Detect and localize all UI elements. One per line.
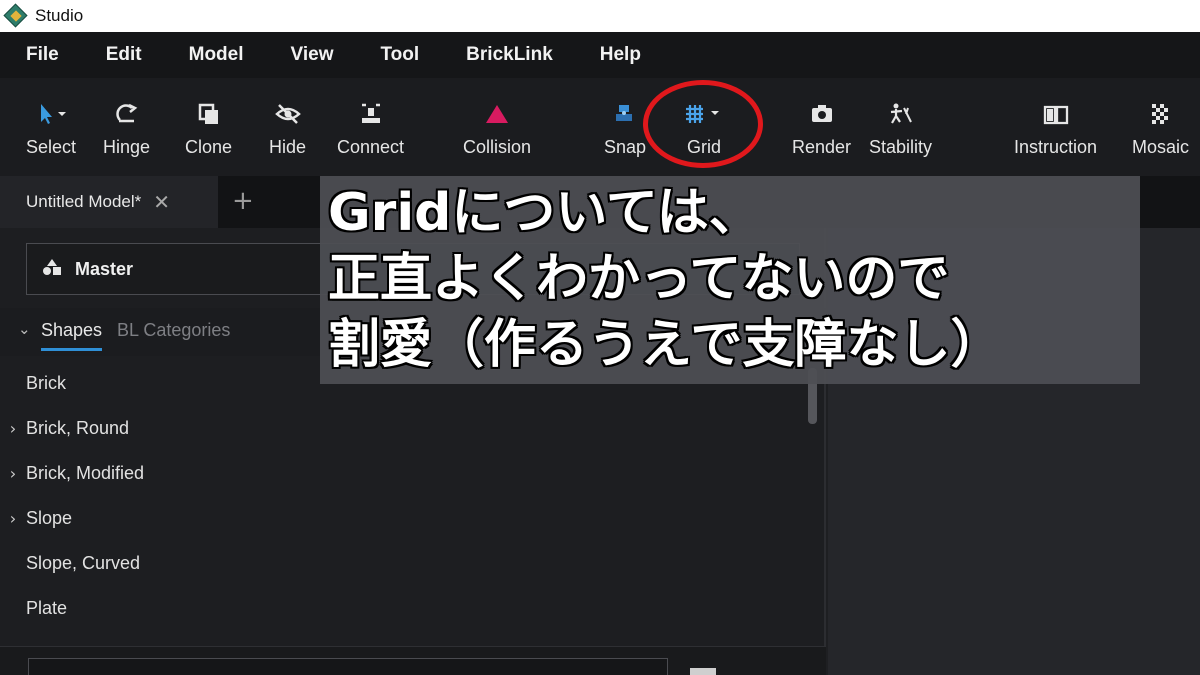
close-tab-icon[interactable]: ✕ xyxy=(153,190,170,214)
instruction-tool[interactable]: Instruction xyxy=(1014,100,1097,160)
part-search-input[interactable] xyxy=(28,658,668,675)
chevron-right-icon[interactable]: › xyxy=(0,509,26,528)
hide-tool[interactable]: Hide xyxy=(269,100,306,160)
mosaic-icon xyxy=(1147,100,1175,128)
caption-line-1: Gridについては、 xyxy=(328,183,761,243)
hidden-eye-icon xyxy=(274,100,302,128)
menu-edit[interactable]: Edit xyxy=(106,44,142,66)
list-item[interactable]: › Brick, Round xyxy=(0,408,800,448)
hinge-tool[interactable]: Hinge xyxy=(103,100,150,160)
menu-help[interactable]: Help xyxy=(600,44,641,66)
connect-label: Connect xyxy=(337,137,405,157)
stability-icon xyxy=(887,100,915,128)
collision-tool[interactable]: Collision xyxy=(463,100,531,160)
list-item[interactable]: Slope, Curved xyxy=(0,543,800,583)
connect-icon xyxy=(357,100,385,128)
menu-tool[interactable]: Tool xyxy=(380,44,419,66)
instruction-label: Instruction xyxy=(1014,137,1098,157)
list-item[interactable]: › Brick, Modified xyxy=(0,453,800,493)
window-title: Studio xyxy=(35,6,84,25)
stability-label: Stability xyxy=(869,137,933,157)
clone-tool[interactable]: Clone xyxy=(185,100,232,160)
chevron-right-icon[interactable]: › xyxy=(0,419,26,438)
tab-bl-categories[interactable]: BL Categories xyxy=(117,320,230,341)
new-tab-button[interactable]: + xyxy=(232,186,254,216)
render-tool[interactable]: Render xyxy=(792,100,851,160)
title-bar: Studio xyxy=(0,0,1200,32)
palette-name: Master xyxy=(75,258,134,279)
stability-tool[interactable]: Stability xyxy=(869,100,932,160)
category-label: Slope xyxy=(26,507,73,528)
collision-triangle-icon xyxy=(483,100,511,128)
clone-icon xyxy=(196,100,222,128)
tab-title: Untitled Model* xyxy=(26,192,142,211)
hide-label: Hide xyxy=(269,137,307,157)
hinge-label: Hinge xyxy=(103,137,151,157)
category-list: Brick › Brick, Round › Brick, Modified ›… xyxy=(0,363,826,643)
snap-label: Snap xyxy=(604,137,647,157)
list-item[interactable]: Plate xyxy=(0,588,800,628)
cursor-arrow-icon xyxy=(31,100,71,128)
category-label: Slope, Curved xyxy=(26,552,141,573)
menu-bar: File Edit Model View Tool BrickLink Help xyxy=(0,32,1200,78)
connect-tool[interactable]: Connect xyxy=(337,100,404,160)
list-item[interactable]: › Slope xyxy=(0,498,800,538)
toolbar: Select Hinge Clone Hide Connect Collisio… xyxy=(0,78,1200,176)
book-icon xyxy=(1042,100,1070,128)
caption-overlay: Gridについては、 正直よくわかってないので 割愛（作るうえで支障なし） xyxy=(320,176,1140,384)
chevron-down-icon[interactable]: ⌄ xyxy=(18,320,31,338)
category-label: Brick, Modified xyxy=(26,462,145,483)
snap-icon xyxy=(611,100,639,128)
chevron-right-icon[interactable]: › xyxy=(0,464,26,483)
mosaic-tool[interactable]: Mosaic xyxy=(1132,100,1189,160)
menu-bricklink[interactable]: BrickLink xyxy=(466,44,553,66)
render-label: Render xyxy=(792,137,852,157)
camera-icon xyxy=(808,100,836,128)
tab-untitled-model[interactable]: Untitled Model* ✕ xyxy=(0,176,218,228)
select-label: Select xyxy=(26,137,77,157)
category-label: Brick, Round xyxy=(26,417,130,438)
clone-label: Clone xyxy=(185,137,233,157)
mosaic-label: Mosaic xyxy=(1132,137,1190,157)
menu-model[interactable]: Model xyxy=(189,44,244,66)
grid-highlight-circle xyxy=(643,80,763,168)
snap-tool[interactable]: Snap xyxy=(604,100,646,160)
menu-view[interactable]: View xyxy=(291,44,334,66)
tab-shapes[interactable]: Shapes xyxy=(41,320,103,351)
caption-line-3: 割愛（作るうえで支障なし） xyxy=(328,315,1003,375)
menu-file[interactable]: File xyxy=(26,44,59,66)
select-tool[interactable]: Select xyxy=(26,100,76,160)
category-label: Brick xyxy=(26,372,66,393)
hinge-icon xyxy=(114,100,140,128)
category-label: Plate xyxy=(26,597,68,618)
studio-logo-icon xyxy=(3,3,28,28)
shapes-icon xyxy=(41,257,63,281)
view-toggle-button[interactable] xyxy=(690,668,716,675)
caption-line-2: 正直よくわかってないので xyxy=(328,249,950,309)
collision-label: Collision xyxy=(463,137,532,157)
